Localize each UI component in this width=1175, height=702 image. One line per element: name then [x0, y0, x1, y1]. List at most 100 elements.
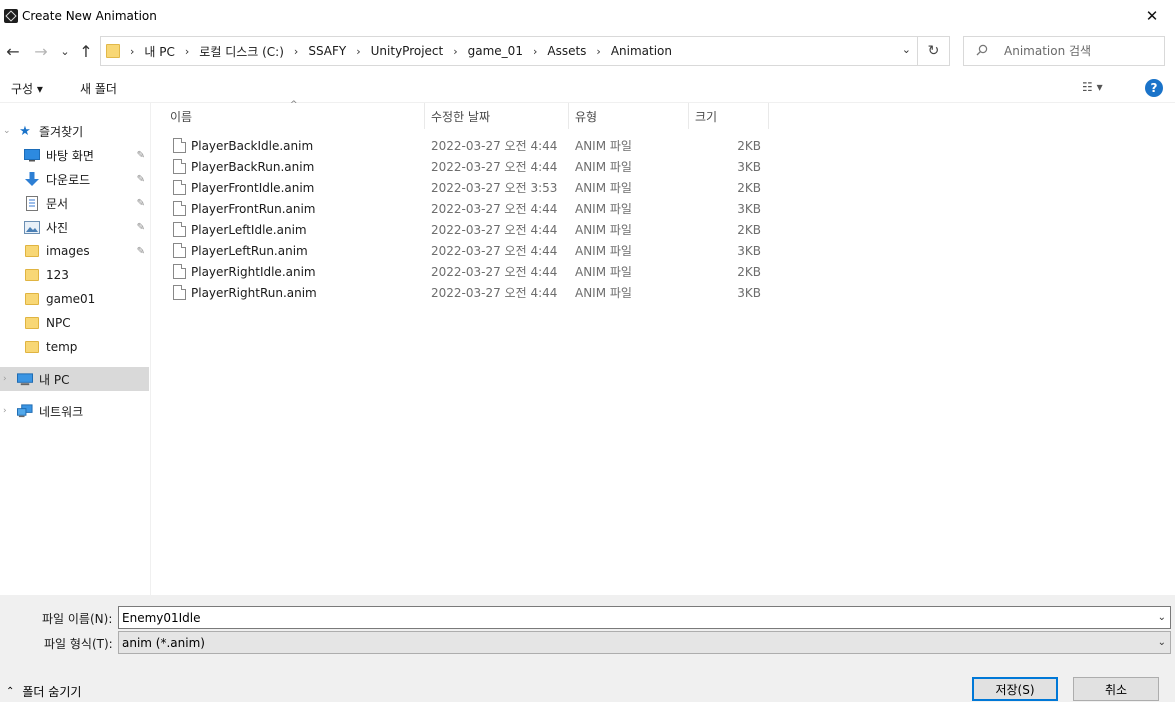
folder-icon	[24, 244, 40, 258]
breadcrumb-item-this-pc[interactable]: 내 PC	[144, 43, 174, 60]
help-icon[interactable]: ?	[1145, 79, 1163, 97]
filetype-select[interactable]: anim (*.anim) ⌄	[118, 631, 1171, 654]
chevron-down-icon[interactable]: ⌄	[1158, 612, 1166, 623]
file-row[interactable]: PlayerLeftRun.anim 2022-03-27 오전 4:44 AN…	[168, 240, 768, 261]
file-row[interactable]: PlayerFrontRun.anim 2022-03-27 오전 4:44 A…	[168, 198, 768, 219]
sidebar-item-quick-access[interactable]: ⌄ ★ 즐겨찾기	[0, 119, 149, 143]
file-row[interactable]: PlayerLeftIdle.anim 2022-03-27 오전 4:44 A…	[168, 219, 768, 240]
file-date: 2022-03-27 오전 4:44	[431, 139, 558, 153]
column-header-label: 크기	[695, 109, 718, 124]
star-icon: ★	[19, 123, 31, 139]
sidebar-item-network[interactable]: › 네트워크	[0, 399, 149, 423]
file-icon	[173, 222, 186, 237]
file-date: 2022-03-27 오전 4:44	[431, 202, 558, 216]
chevron-right-icon[interactable]: ›	[3, 406, 7, 416]
forward-button[interactable]: →	[31, 40, 51, 62]
cancel-button[interactable]: 취소	[1073, 677, 1159, 701]
file-icon	[173, 243, 186, 258]
sidebar-item-game01[interactable]: game01	[0, 287, 149, 311]
chevron-down-icon: ⌄	[1157, 637, 1166, 648]
folder-icon	[24, 268, 40, 282]
file-row[interactable]: PlayerBackRun.anim 2022-03-27 오전 4:44 AN…	[168, 156, 768, 177]
view-options-button[interactable]: ☷ ▾	[1082, 80, 1103, 94]
folder-icon	[24, 340, 40, 354]
save-form: 파일 이름(N): ⌄ 파일 형식(T): anim (*.anim) ⌄ ⌃ …	[0, 595, 1175, 702]
file-row[interactable]: PlayerRightIdle.anim 2022-03-27 오전 4:44 …	[168, 261, 768, 282]
file-icon	[173, 285, 186, 300]
column-header-type[interactable]: 유형	[569, 103, 689, 129]
pin-icon[interactable]: ✎	[137, 174, 145, 185]
sidebar-item-label: images	[46, 244, 90, 258]
sidebar-item-label: 123	[46, 268, 69, 282]
breadcrumb-item-game01[interactable]: game_01	[468, 44, 523, 58]
breadcrumb-item-ssafy[interactable]: SSAFY	[308, 44, 346, 58]
filename-combobox[interactable]: ⌄	[118, 606, 1171, 629]
chevron-right-icon[interactable]: ›	[453, 45, 457, 58]
file-size: 2KB	[737, 180, 761, 195]
column-header-name[interactable]: 이름 ^	[152, 100, 425, 129]
sidebar-item-label: game01	[46, 292, 96, 306]
pin-icon[interactable]: ✎	[137, 198, 145, 209]
sidebar-item-images[interactable]: images ✎	[0, 239, 149, 263]
chevron-right-icon[interactable]: ›	[3, 374, 7, 384]
file-row[interactable]: PlayerFrontIdle.anim 2022-03-27 오전 3:53 …	[168, 177, 768, 198]
sidebar-item-pictures[interactable]: 사진 ✎	[0, 215, 149, 239]
refresh-button[interactable]: ↻	[918, 36, 950, 66]
new-folder-button[interactable]: 새 폴더	[80, 80, 117, 97]
file-type: ANIM 파일	[575, 244, 632, 258]
file-name: PlayerBackRun.anim	[191, 159, 315, 174]
breadcrumb-item-unityproject[interactable]: UnityProject	[371, 44, 444, 58]
breadcrumb: › 내 PC › 로컬 디스크 (C:) › SSAFY › UnityProj…	[130, 43, 682, 60]
search-input[interactable]	[1004, 44, 1164, 58]
computer-icon	[17, 372, 33, 386]
chevron-down-icon[interactable]: ⌄	[3, 126, 11, 136]
refresh-icon: ↻	[927, 43, 940, 59]
organize-menu[interactable]: 구성 ▾	[11, 80, 43, 97]
unity-icon	[4, 8, 18, 23]
file-date: 2022-03-27 오전 4:44	[431, 244, 558, 258]
pin-icon[interactable]: ✎	[137, 222, 145, 233]
close-button[interactable]: ✕	[1129, 0, 1175, 31]
column-header-size[interactable]: 크기	[689, 103, 769, 129]
sidebar-item-npc[interactable]: NPC	[0, 311, 149, 335]
file-row[interactable]: PlayerRightRun.anim 2022-03-27 오전 4:44 A…	[168, 282, 768, 303]
sidebar-item-temp[interactable]: temp	[0, 335, 149, 359]
breadcrumb-item-local-disk[interactable]: 로컬 디스크 (C:)	[199, 43, 284, 60]
chevron-right-icon[interactable]: ›	[294, 45, 298, 58]
address-bar[interactable]: › 내 PC › 로컬 디스크 (C:) › SSAFY › UnityProj…	[100, 36, 918, 66]
hide-folders-toggle[interactable]: ⌃ 폴더 숨기기	[6, 683, 81, 700]
save-button[interactable]: 저장(S)	[972, 677, 1058, 701]
sidebar-item-label: 문서	[46, 196, 69, 211]
column-header-date[interactable]: 수정한 날짜	[425, 103, 569, 129]
file-type: ANIM 파일	[575, 202, 632, 216]
back-button[interactable]: ←	[3, 40, 23, 62]
chevron-right-icon[interactable]: ›	[356, 45, 360, 58]
filename-input[interactable]	[122, 610, 1142, 625]
command-bar: 구성 ▾ 새 폴더 ☷ ▾ ?	[0, 72, 1175, 103]
file-list: 이름 ^ 수정한 날짜 유형 크기 PlayerBackIdle.anim 20…	[152, 100, 1175, 595]
sidebar-item-downloads[interactable]: 다운로드 ✎	[0, 167, 149, 191]
network-icon	[17, 404, 33, 418]
file-date: 2022-03-27 오전 3:53	[431, 181, 558, 195]
search-box[interactable]	[963, 36, 1165, 66]
up-button[interactable]: ↑	[76, 40, 96, 62]
sidebar-item-documents[interactable]: 문서 ✎	[0, 191, 149, 215]
chevron-right-icon[interactable]: ›	[533, 45, 537, 58]
file-type: ANIM 파일	[575, 223, 632, 237]
file-row[interactable]: PlayerBackIdle.anim 2022-03-27 오전 4:44 A…	[168, 135, 768, 156]
chevron-right-icon[interactable]: ›	[596, 45, 600, 58]
sidebar-item-this-pc[interactable]: › 내 PC	[0, 367, 149, 391]
file-icon	[173, 201, 186, 216]
breadcrumb-item-assets[interactable]: Assets	[547, 44, 586, 58]
chevron-right-icon[interactable]: ›	[185, 45, 189, 58]
address-dropdown-button[interactable]: ⌄	[902, 43, 911, 56]
recent-locations-button[interactable]: ⌄	[55, 40, 75, 62]
sidebar-item-desktop[interactable]: 바탕 화면 ✎	[0, 143, 149, 167]
pin-icon[interactable]: ✎	[137, 246, 145, 257]
pin-icon[interactable]: ✎	[137, 150, 145, 161]
breadcrumb-item-animation[interactable]: Animation	[611, 44, 672, 58]
sidebar-item-123[interactable]: 123	[0, 263, 149, 287]
file-size: 2KB	[737, 264, 761, 279]
sidebar-item-label: temp	[46, 340, 78, 354]
folder-icon	[106, 44, 120, 58]
